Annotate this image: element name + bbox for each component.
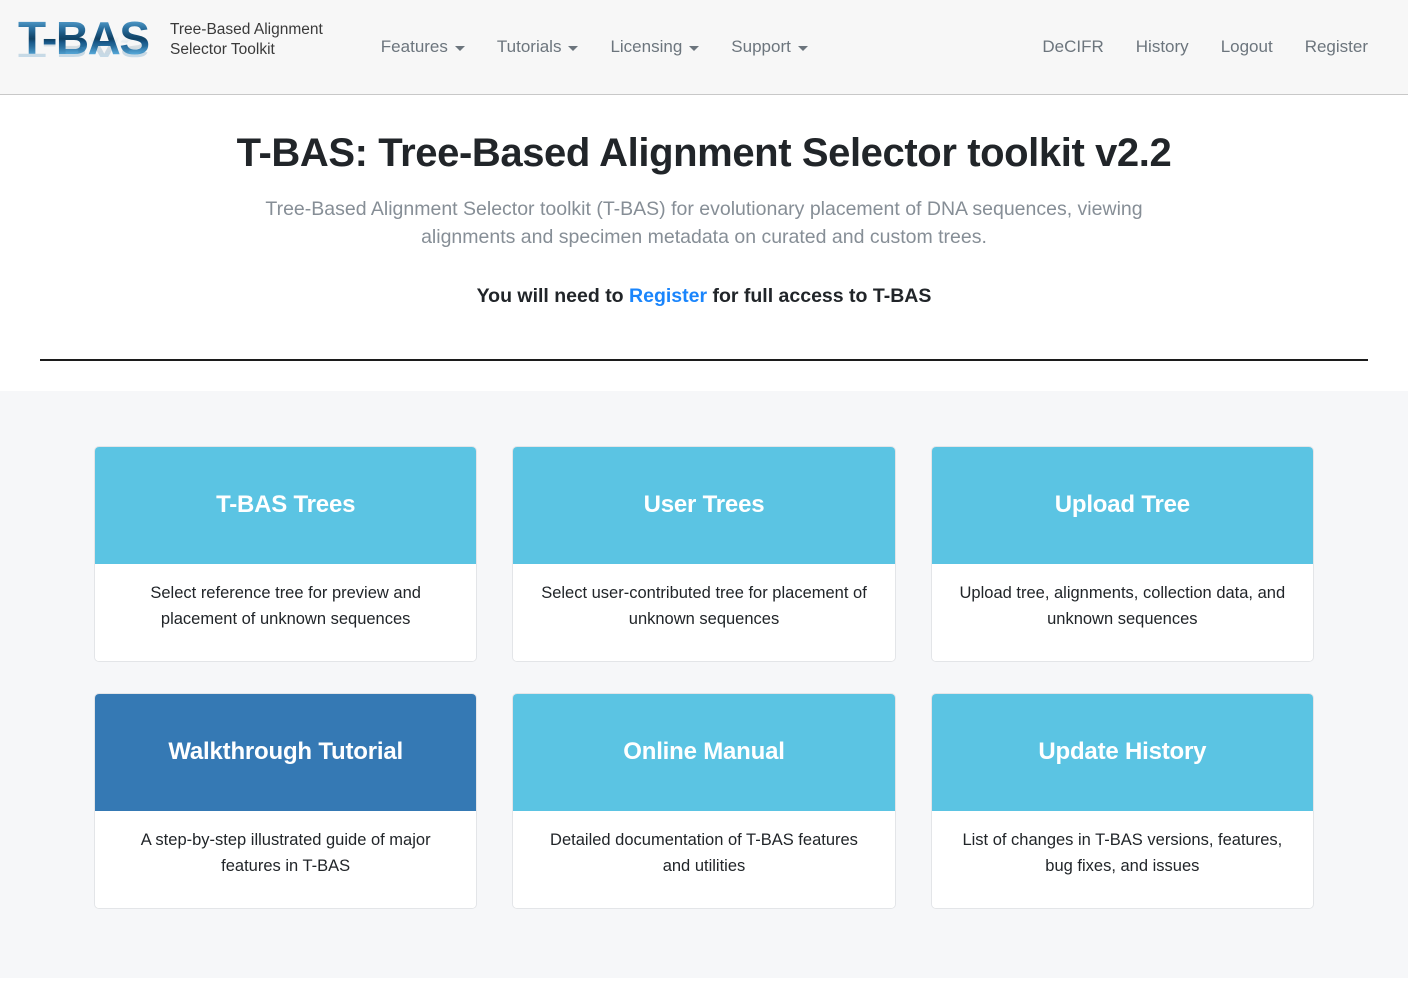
nav-item-logout[interactable]: Logout	[1205, 29, 1289, 65]
nav-item-register[interactable]: Register	[1289, 29, 1384, 65]
card-walkthrough-tutorial-body: A step-by-step illustrated guide of majo…	[95, 810, 477, 908]
card-upload-tree-body: Upload tree, alignments, collection data…	[931, 563, 1313, 661]
nav-item-support-label: Support	[731, 37, 791, 56]
nav-item-tutorials[interactable]: Tutorials	[481, 29, 595, 65]
card-user-trees-body: Select user-contributed tree for placeme…	[513, 563, 895, 661]
nav-item-history[interactable]: History	[1120, 29, 1205, 65]
card-walkthrough-tutorial-description: A step-by-step illustrated guide of majo…	[140, 831, 431, 876]
tbas-logo: T-BAS T-BAS	[18, 9, 158, 87]
nav-item-support[interactable]: Support	[715, 29, 824, 65]
top-navbar: T-BAS T-BAS Tree-Based Alignment Selecto…	[0, 0, 1408, 95]
card-upload-tree-description: Upload tree, alignments, collection data…	[959, 584, 1286, 629]
hero-subtitle: Tree-Based Alignment Selector toolkit (T…	[265, 198, 1143, 249]
card-online-manual[interactable]: Online Manual Detailed documentation of …	[512, 692, 896, 909]
primary-nav: Features Tutorials Licensing Support	[365, 29, 824, 65]
card-walkthrough-tutorial-header: Walkthrough Tutorial	[95, 693, 477, 811]
hero-spacer	[0, 360, 1408, 391]
card-walkthrough-tutorial[interactable]: Walkthrough Tutorial A step-by-step illu…	[94, 692, 478, 909]
card-online-manual-title: Online Manual	[623, 737, 785, 765]
card-user-trees-header: User Trees	[513, 446, 895, 564]
card-tbas-trees-body: Select reference tree for preview and pl…	[95, 563, 477, 661]
brand-home-link[interactable]: T-BAS T-BAS Tree-Based Alignment Selecto…	[18, 7, 323, 87]
card-online-manual-header: Online Manual	[513, 693, 895, 811]
hero-cta-suffix: for full access to T-BAS	[707, 284, 932, 307]
card-user-trees[interactable]: User Trees Select user-contributed tree …	[512, 445, 896, 662]
chevron-down-icon	[568, 45, 579, 51]
hero-cta: You will need to Register for full acces…	[40, 285, 1368, 308]
card-tbas-trees-header: T-BAS Trees	[95, 446, 477, 564]
card-tbas-trees-description: Select reference tree for preview and pl…	[150, 584, 421, 629]
feature-cards-section: T-BAS Trees Select reference tree for pr…	[0, 390, 1408, 978]
card-update-history-body: List of changes in T-BAS versions, featu…	[931, 810, 1313, 908]
hero-cta-prefix: You will need to	[476, 284, 630, 307]
nav-item-features[interactable]: Features	[365, 29, 481, 65]
nav-item-licensing-label: Licensing	[610, 37, 683, 56]
card-tbas-trees-title: T-BAS Trees	[216, 490, 356, 518]
chevron-down-icon	[689, 45, 700, 51]
card-user-trees-description: Select user-contributed tree for placeme…	[541, 584, 867, 629]
feature-cards-grid: T-BAS Trees Select reference tree for pr…	[94, 445, 1314, 909]
hero-section: T-BAS: Tree-Based Alignment Selector too…	[0, 95, 1408, 361]
nav-item-licensing[interactable]: Licensing	[594, 29, 715, 65]
card-update-history[interactable]: Update History List of changes in T-BAS …	[930, 692, 1314, 909]
card-upload-tree-title: Upload Tree	[1054, 490, 1190, 518]
nav-item-tutorials-label: Tutorials	[496, 37, 562, 56]
card-upload-tree-header: Upload Tree	[931, 446, 1313, 564]
nav-item-decifr[interactable]: DeCIFR	[1026, 29, 1119, 65]
card-update-history-header: Update History	[931, 693, 1313, 811]
hero-register-link[interactable]: Register	[629, 285, 707, 307]
card-walkthrough-tutorial-title: Walkthrough Tutorial	[168, 737, 403, 765]
page-title: T-BAS: Tree-Based Alignment Selector too…	[236, 131, 1172, 175]
nav-item-features-label: Features	[380, 37, 448, 56]
card-update-history-description: List of changes in T-BAS versions, featu…	[962, 831, 1283, 876]
chevron-down-icon	[454, 45, 465, 51]
card-user-trees-title: User Trees	[643, 490, 765, 518]
user-nav: DeCIFR History Logout Register	[1026, 29, 1384, 65]
card-online-manual-description: Detailed documentation of T-BAS features…	[550, 831, 858, 876]
card-online-manual-body: Detailed documentation of T-BAS features…	[513, 810, 895, 908]
brand-tagline: Tree-Based Alignment Selector Toolkit	[170, 21, 323, 58]
chevron-down-icon	[797, 45, 808, 51]
card-update-history-title: Update History	[1038, 737, 1207, 765]
card-upload-tree[interactable]: Upload Tree Upload tree, alignments, col…	[930, 445, 1314, 662]
tbas-logo-reflection: T-BAS	[18, 31, 158, 63]
card-tbas-trees[interactable]: T-BAS Trees Select reference tree for pr…	[94, 445, 478, 662]
